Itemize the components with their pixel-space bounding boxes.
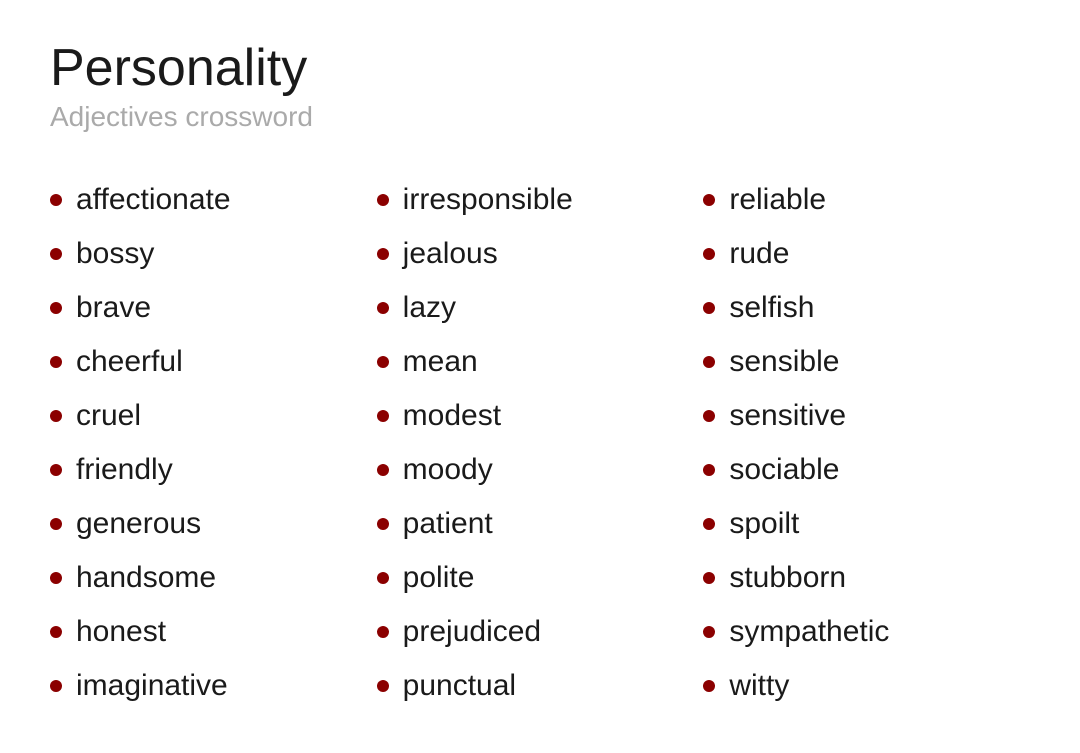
list-item: polite (377, 551, 704, 605)
bullet-icon (50, 356, 62, 368)
list-item: sensible (703, 335, 1030, 389)
list-item: imaginative (50, 659, 377, 713)
bullet-icon (50, 410, 62, 422)
list-item: lazy (377, 281, 704, 335)
list-item: reliable (703, 173, 1030, 227)
bullet-icon (703, 302, 715, 314)
bullet-icon (377, 302, 389, 314)
word-label: patient (403, 507, 493, 541)
list-item: prejudiced (377, 605, 704, 659)
word-label: cheerful (76, 345, 183, 379)
bullet-icon (377, 626, 389, 638)
bullet-icon (377, 410, 389, 422)
word-label: lazy (403, 291, 456, 325)
word-label: mean (403, 345, 478, 379)
bullet-icon (377, 572, 389, 584)
word-label: polite (403, 561, 475, 595)
list-item: honest (50, 605, 377, 659)
word-label: friendly (76, 453, 173, 487)
bullet-icon (703, 518, 715, 530)
list-item: witty (703, 659, 1030, 713)
bullet-icon (703, 464, 715, 476)
bullet-icon (50, 248, 62, 260)
bullet-icon (703, 248, 715, 260)
list-item: sympathetic (703, 605, 1030, 659)
list-item: spoilt (703, 497, 1030, 551)
word-label: jealous (403, 237, 498, 271)
word-label: sympathetic (729, 615, 889, 649)
list-item: sociable (703, 443, 1030, 497)
word-label: irresponsible (403, 183, 573, 217)
word-list-container: affectionate bossy brave cheerful cruel frien… (50, 173, 1030, 713)
list-item: affectionate (50, 173, 377, 227)
word-label: punctual (403, 669, 516, 703)
list-item: irresponsible (377, 173, 704, 227)
list-item: patient (377, 497, 704, 551)
bullet-icon (377, 464, 389, 476)
bullet-icon (50, 680, 62, 692)
list-item: cruel (50, 389, 377, 443)
page-subtitle: Adjectives crossword (50, 101, 1030, 133)
bullet-icon (50, 518, 62, 530)
word-label: cruel (76, 399, 141, 433)
bullet-icon (50, 626, 62, 638)
bullet-icon (703, 572, 715, 584)
bullet-icon (50, 302, 62, 314)
bullet-icon (703, 626, 715, 638)
page-title: Personality (50, 40, 1030, 97)
bullet-icon (703, 194, 715, 206)
word-label: spoilt (729, 507, 799, 541)
list-item: moody (377, 443, 704, 497)
word-label: brave (76, 291, 151, 325)
bullet-icon (377, 248, 389, 260)
list-item: friendly (50, 443, 377, 497)
bullet-icon (377, 680, 389, 692)
word-label: honest (76, 615, 166, 649)
bullet-icon (703, 356, 715, 368)
bullet-icon (377, 194, 389, 206)
list-item: generous (50, 497, 377, 551)
word-label: stubborn (729, 561, 846, 595)
word-label: modest (403, 399, 501, 433)
list-item: punctual (377, 659, 704, 713)
bullet-icon (50, 464, 62, 476)
bullet-icon (703, 410, 715, 422)
word-label: affectionate (76, 183, 231, 217)
word-label: imaginative (76, 669, 228, 703)
bullet-icon (703, 680, 715, 692)
word-column-1: affectionate bossy brave cheerful cruel frien… (50, 173, 377, 713)
list-item: selfish (703, 281, 1030, 335)
list-item: handsome (50, 551, 377, 605)
word-column-2: irresponsible jealous lazy mean modest moody p… (377, 173, 704, 713)
word-label: witty (729, 669, 789, 703)
bullet-icon (377, 518, 389, 530)
list-item: jealous (377, 227, 704, 281)
bullet-icon (377, 356, 389, 368)
word-column-3: reliable rude selfish sensible sensitive soci… (703, 173, 1030, 713)
list-item: rude (703, 227, 1030, 281)
word-label: bossy (76, 237, 154, 271)
word-label: rude (729, 237, 789, 271)
list-item: mean (377, 335, 704, 389)
list-item: stubborn (703, 551, 1030, 605)
word-label: handsome (76, 561, 216, 595)
word-label: reliable (729, 183, 826, 217)
word-label: generous (76, 507, 201, 541)
list-item: sensitive (703, 389, 1030, 443)
bullet-icon (50, 194, 62, 206)
word-label: selfish (729, 291, 814, 325)
word-label: sensible (729, 345, 839, 379)
word-label: sociable (729, 453, 839, 487)
bullet-icon (50, 572, 62, 584)
list-item: brave (50, 281, 377, 335)
list-item: bossy (50, 227, 377, 281)
word-label: sensitive (729, 399, 846, 433)
word-label: moody (403, 453, 493, 487)
word-label: prejudiced (403, 615, 541, 649)
list-item: cheerful (50, 335, 377, 389)
list-item: modest (377, 389, 704, 443)
